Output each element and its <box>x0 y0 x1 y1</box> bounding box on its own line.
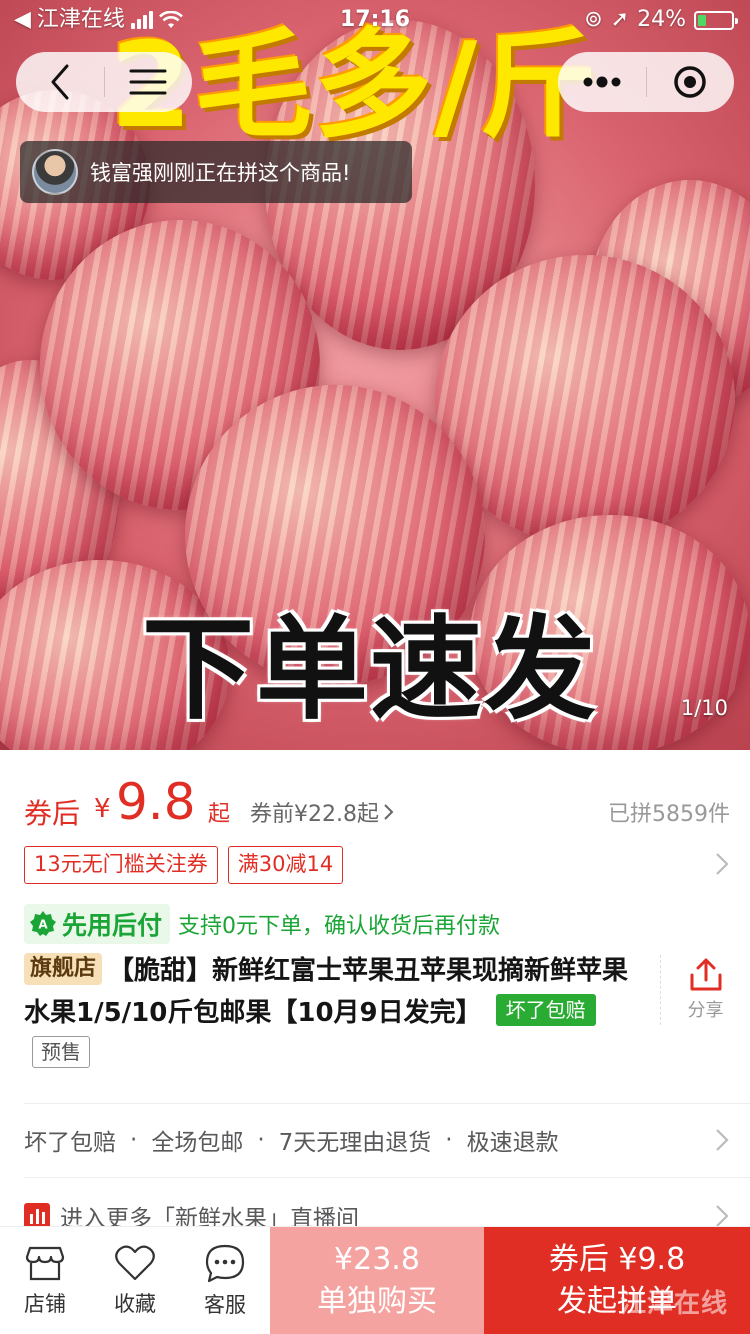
guarantee-tag: 坏了包赔 <box>495 994 596 1026</box>
pay-later-label: 先用后付 <box>62 911 163 940</box>
nav-right-group <box>558 52 734 112</box>
bottom-action-bar: 店铺 收藏 客服 ¥23.8 单独购买 券后 ¥9.8 发起拼单 江津在线 <box>0 1226 750 1334</box>
group-price: 券后 ¥9.8 <box>548 1242 686 1277</box>
tab-store[interactable]: 店铺 <box>0 1227 90 1334</box>
product-title-block: 旗舰店 【脆甜】新鲜红富士苹果丑苹果现摘新鲜苹果水果1/5/10斤包邮果【10月9… <box>24 950 644 1076</box>
store-icon <box>25 1246 65 1281</box>
hero-caption: 下单速发 <box>142 605 598 735</box>
price-row: 券后 ¥ 9.8 起 券前¥22.8起 已拼5859件 <box>24 768 730 838</box>
presale-tag: 预售 <box>32 1036 90 1068</box>
heart-icon <box>115 1245 155 1281</box>
buy-solo-button[interactable]: ¥23.8 单独购买 <box>270 1227 484 1334</box>
coupon-tag[interactable]: 13元无门槛关注券 <box>24 846 218 884</box>
back-button[interactable] <box>16 52 104 112</box>
price-suffix: 起 <box>208 802 231 827</box>
price-label: 券后 <box>24 797 81 830</box>
price-value: 9.8 <box>116 773 196 831</box>
status-bar: ◀ 江津在线 17:16 ⊚ ➚ 24% <box>0 0 750 40</box>
target-icon <box>674 66 706 98</box>
product-image-carousel[interactable]: 2毛多/斤 下单速发 1/10 <box>0 0 750 750</box>
chevron-right-icon <box>716 853 729 875</box>
menu-button[interactable] <box>105 52 193 112</box>
pay-later-desc: 支持0元下单，确认收货后再付款 <box>178 914 501 939</box>
service-item: 7天无理由退货 <box>278 1130 432 1156</box>
service-item: 极速退款 <box>466 1130 559 1156</box>
flagship-store-badge: 旗舰店 <box>24 953 103 985</box>
battery-icon <box>694 10 738 30</box>
solo-price: ¥23.8 <box>334 1242 420 1277</box>
group-buy-ticker: 钱富强刚刚正在拼这个商品! <box>20 141 412 203</box>
divider <box>24 1103 750 1104</box>
price-currency: ¥ <box>94 794 111 824</box>
more-button[interactable] <box>558 52 646 112</box>
hamburger-icon <box>129 69 167 95</box>
close-miniprogram-button[interactable] <box>647 52 735 112</box>
nav-left-group <box>16 52 192 112</box>
service-separator: · <box>445 1127 453 1153</box>
product-title: 旗舰店 【脆甜】新鲜红富士苹果丑苹果现摘新鲜苹果水果1/5/10斤包邮果【10月9… <box>24 950 644 1076</box>
service-guarantees-row[interactable]: 坏了包赔 · 全场包邮 · 7天无理由退货 · 极速退款 <box>24 1112 730 1168</box>
tab-favorite[interactable]: 收藏 <box>90 1227 180 1334</box>
pay-later-icon: A <box>30 911 56 936</box>
watermark: 江津在线 <box>619 1289 728 1319</box>
share-label: 分享 <box>687 1000 724 1021</box>
tab-label: 收藏 <box>114 1292 156 1316</box>
avatar <box>32 149 78 195</box>
coupon-row[interactable]: 13元无门槛关注券 满30减14 <box>24 846 730 884</box>
chevron-right-icon <box>384 804 394 820</box>
location-icon: ➚ <box>610 7 630 32</box>
battery-fill <box>698 14 706 26</box>
service-separator: · <box>130 1127 138 1153</box>
tab-customer-service[interactable]: 客服 <box>180 1227 270 1334</box>
battery-percent: 24% <box>637 7 686 32</box>
solo-label: 单独购买 <box>317 1284 437 1319</box>
chat-icon <box>205 1244 245 1283</box>
share-icon <box>690 958 721 991</box>
service-item: 坏了包赔 <box>24 1130 116 1156</box>
pay-later-row[interactable]: A 先用后付 支持0元下单，确认收货后再付款 <box>24 904 500 944</box>
pay-later-badge: A 先用后付 <box>24 904 171 944</box>
sold-count: 已拼5859件 <box>608 802 730 827</box>
price-before-text: 券前¥22.8起 <box>250 802 379 827</box>
more-dots-icon <box>583 76 621 88</box>
service-item: 全场包邮 <box>151 1130 244 1156</box>
tab-label: 店铺 <box>24 1292 66 1316</box>
status-right: ⊚ ➚ 24% <box>584 0 738 40</box>
chevron-left-icon <box>51 64 69 100</box>
svg-text:A: A <box>38 918 48 932</box>
image-counter: 1/10 <box>680 696 728 720</box>
divider <box>24 1177 750 1178</box>
share-button[interactable]: 分享 <box>660 955 750 1025</box>
ticker-text: 钱富强刚刚正在拼这个商品! <box>90 161 351 185</box>
tab-label: 客服 <box>204 1293 246 1317</box>
coupon-tag[interactable]: 满30减14 <box>227 846 344 884</box>
orientation-lock-icon: ⊚ <box>584 7 603 32</box>
service-separator: · <box>257 1127 265 1153</box>
price-before-coupon[interactable]: 券前¥22.8起 <box>250 796 395 828</box>
chevron-right-icon <box>716 1129 729 1151</box>
